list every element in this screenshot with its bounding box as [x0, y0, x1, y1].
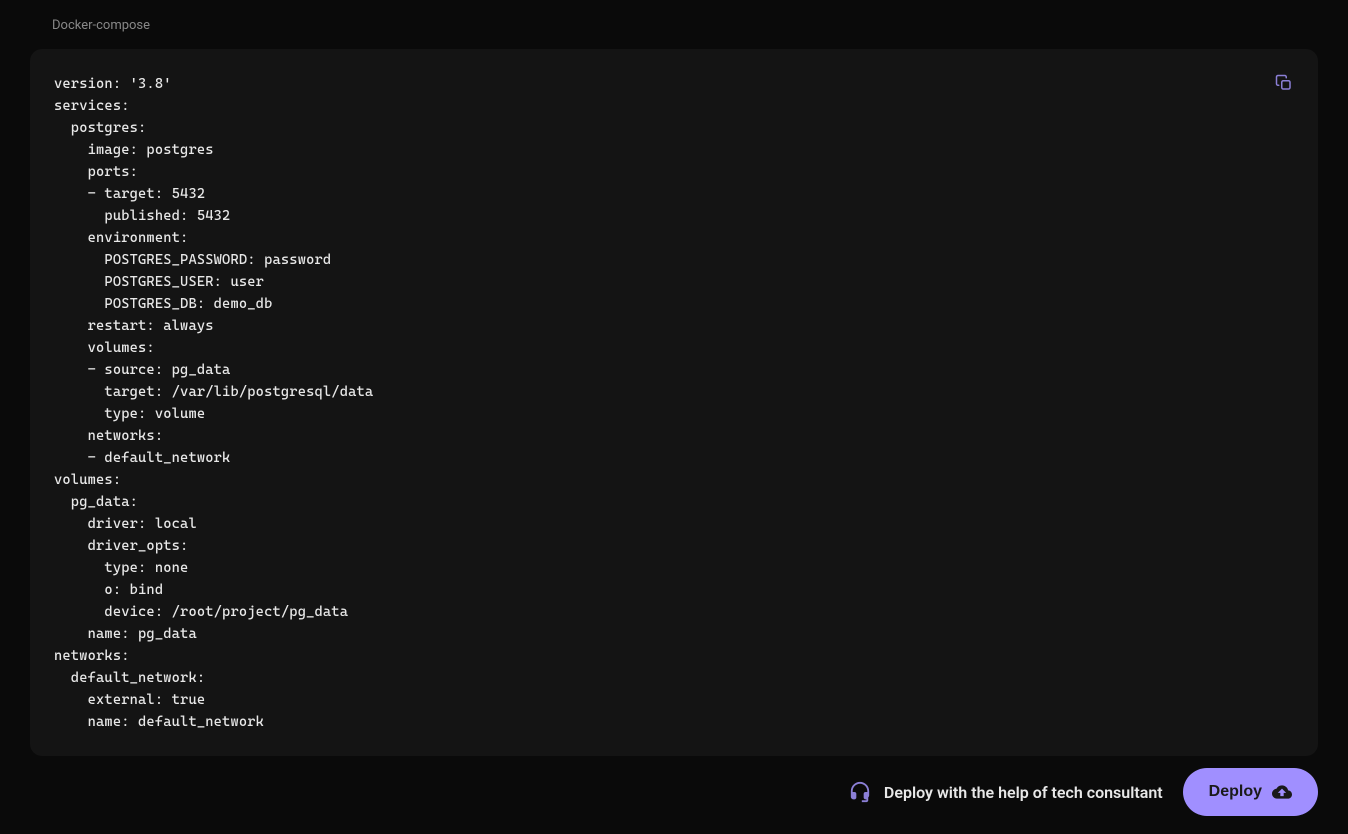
copy-button[interactable] — [1270, 69, 1298, 97]
copy-icon — [1275, 74, 1293, 92]
footer-actions: Deploy with the help of tech consultant … — [848, 768, 1318, 816]
consultant-label: Deploy with the help of tech consultant — [884, 783, 1163, 802]
code-container: version: '3.8' services: postgres: image… — [30, 49, 1318, 756]
docker-compose-code: version: '3.8' services: postgres: image… — [54, 73, 1294, 733]
deploy-button[interactable]: Deploy — [1183, 768, 1318, 816]
section-title: Docker-compose — [0, 0, 1348, 33]
consultant-link[interactable]: Deploy with the help of tech consultant — [848, 780, 1163, 804]
cloud-upload-icon — [1272, 782, 1292, 802]
headset-icon — [848, 780, 872, 804]
deploy-label: Deploy — [1209, 783, 1262, 801]
